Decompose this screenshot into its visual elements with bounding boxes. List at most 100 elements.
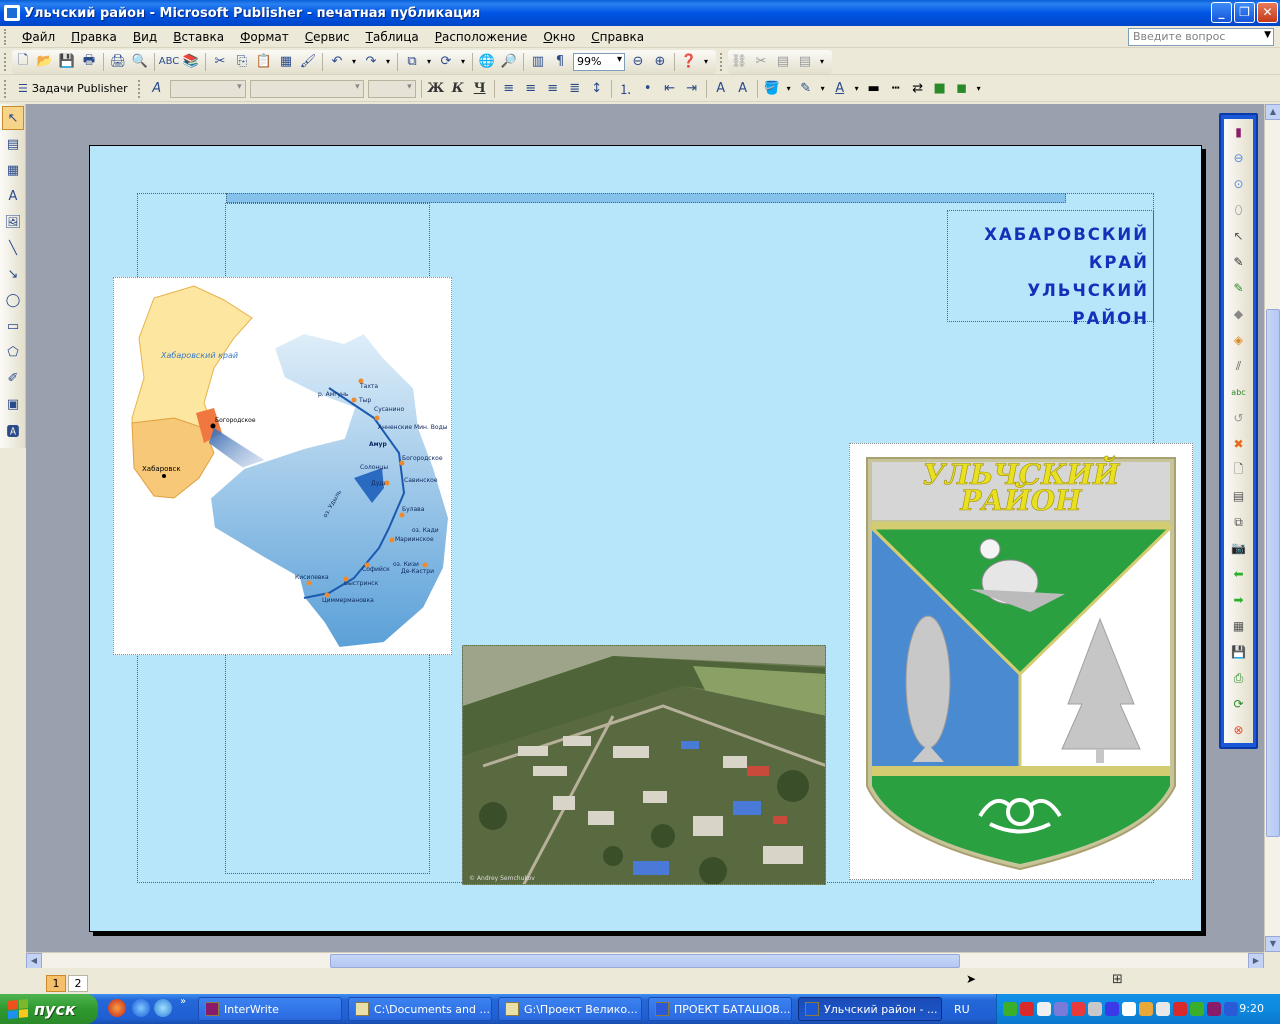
menu-arrange[interactable]: Расположение xyxy=(427,30,536,44)
previous-text-box-icon[interactable]: ▤ xyxy=(772,51,794,73)
publisher-tasks-button[interactable]: ☰ Задачи Publisher xyxy=(12,78,134,100)
bring-to-front-icon[interactable]: ⧉ xyxy=(401,51,423,73)
language-indicator[interactable]: RU xyxy=(954,1003,970,1016)
close-button[interactable]: ✕ xyxy=(1257,2,1278,23)
insert-hyperlink-icon[interactable]: 🌐 xyxy=(476,51,498,73)
design-gallery-icon[interactable]: ▣ xyxy=(2,392,24,416)
find-icon[interactable]: 🔎 xyxy=(498,51,520,73)
clear-icon[interactable]: ✖ xyxy=(1224,431,1253,457)
tray-ati-icon[interactable] xyxy=(1020,1002,1034,1016)
menu-file[interactable]: Файл xyxy=(14,30,63,44)
undo-dropdown-icon[interactable]: ▾ xyxy=(348,51,360,73)
style-select[interactable] xyxy=(169,79,246,98)
back-arrow-icon[interactable]: ⬅ xyxy=(1224,561,1253,587)
justify-icon[interactable]: ≣ xyxy=(564,78,586,100)
start-button[interactable]: пуск xyxy=(0,994,98,1024)
font-color-icon[interactable]: A xyxy=(829,78,851,100)
task-interwrite[interactable]: InterWrite xyxy=(198,997,342,1021)
district-map-image[interactable]: Хабаровский край Хабаровск Богородское А… xyxy=(113,277,452,655)
select-objects-icon[interactable]: ↖ xyxy=(2,106,24,130)
bullets-icon[interactable]: • xyxy=(637,78,659,100)
spelling-icon[interactable]: ABC xyxy=(158,51,180,73)
next-text-box-icon[interactable]: ▤ xyxy=(794,51,816,73)
scroll-down-icon[interactable]: ▼ xyxy=(1265,936,1280,952)
columns-icon[interactable]: ▥ xyxy=(527,51,549,73)
marker-icon[interactable]: ✎ xyxy=(1224,249,1253,275)
task-publisher[interactable]: Ульчский район - ... xyxy=(798,997,942,1021)
page-icon[interactable]: ▤ xyxy=(1224,483,1253,509)
vertical-scroll-thumb[interactable] xyxy=(1266,309,1280,837)
tray-network-icon[interactable] xyxy=(1003,1002,1017,1016)
font-size-select[interactable] xyxy=(367,79,416,98)
refresh-icon[interactable]: ⟳ xyxy=(1224,691,1253,717)
camera-icon[interactable]: 📷 xyxy=(1224,535,1253,561)
permission-icon[interactable]: 🖶 xyxy=(78,51,100,73)
title-bar[interactable]: Ульчский район - Microsoft Publisher - п… xyxy=(0,0,1280,26)
tray-shield-icon[interactable] xyxy=(1122,1002,1136,1016)
rotate-dropdown-icon[interactable]: ▾ xyxy=(457,51,469,73)
paste-icon[interactable]: 📋 xyxy=(253,51,275,73)
dropdown-circle-icon[interactable]: ⊙ xyxy=(1224,171,1253,197)
menu-format[interactable]: Формат xyxy=(232,30,297,44)
menu-grip[interactable] xyxy=(4,28,10,45)
open-icon[interactable]: 📂 xyxy=(34,51,56,73)
tray-app-icon[interactable] xyxy=(1088,1002,1102,1016)
messenger-icon[interactable] xyxy=(154,999,172,1017)
menu-view[interactable]: Вид xyxy=(125,30,165,44)
unlink-text-box-icon[interactable]: ✂ xyxy=(750,51,772,73)
line-icon[interactable]: ╲ xyxy=(2,236,24,260)
tray-app-icon[interactable] xyxy=(1190,1002,1204,1016)
chevron-down-icon[interactable]: ▼ xyxy=(1264,30,1271,40)
tray-app-icon[interactable] xyxy=(1173,1002,1187,1016)
line-spacing-icon[interactable]: ↕ xyxy=(586,78,608,100)
shadow-style-icon[interactable]: ■ xyxy=(929,78,951,100)
font-select[interactable] xyxy=(249,79,364,98)
formatting-options-icon[interactable]: ▾ xyxy=(973,78,985,100)
rectangle-icon[interactable]: ▭ xyxy=(2,314,24,338)
forward-arrow-icon[interactable]: ➡ xyxy=(1224,587,1253,613)
arrow-icon[interactable]: ↘ xyxy=(2,262,24,286)
pilcrow-icon[interactable]: ¶ xyxy=(549,51,571,73)
tray-app-icon[interactable] xyxy=(1139,1002,1153,1016)
line-color-icon[interactable]: ✎ xyxy=(795,78,817,100)
calendar-icon[interactable]: ▦ xyxy=(1224,613,1253,639)
decrease-font-icon[interactable]: A xyxy=(710,78,732,100)
resize-grip-icon[interactable]: ⊞ xyxy=(1112,972,1123,987)
line-color-dropdown-icon[interactable]: ▾ xyxy=(817,78,829,100)
task-documents-folder[interactable]: C:\Documents and ... xyxy=(348,997,492,1021)
print-preview-icon[interactable]: 🔍 xyxy=(129,51,151,73)
redo-icon[interactable]: ↷ xyxy=(360,51,382,73)
task-project-folder[interactable]: G:\Проект Велико... xyxy=(498,997,642,1021)
undo-icon[interactable]: ↶ xyxy=(326,51,348,73)
fill-color-icon[interactable]: 🪣 xyxy=(761,78,783,100)
tray-app-icon[interactable] xyxy=(1224,1002,1238,1016)
zoom-select[interactable]: 99% xyxy=(573,52,625,71)
publisher-app-icon[interactable] xyxy=(4,5,20,21)
tray-bluetooth-icon[interactable] xyxy=(1105,1002,1119,1016)
highlighter-icon[interactable]: ✎ xyxy=(1224,275,1253,301)
menu-help[interactable]: Справка xyxy=(583,30,652,44)
tray-antivirus-icon[interactable] xyxy=(1071,1002,1085,1016)
picture-frame-icon[interactable]: 🖼 xyxy=(2,210,24,234)
horizontal-scroll-thumb[interactable] xyxy=(330,954,960,968)
page-2-button[interactable]: 2 xyxy=(68,975,88,992)
decrease-indent-icon[interactable]: ⇤ xyxy=(659,78,681,100)
link-text-box-icon[interactable]: ⛓ xyxy=(728,51,750,73)
wordart-icon[interactable]: A xyxy=(2,184,24,208)
page-1-button[interactable]: 1 xyxy=(46,975,66,992)
print-icon[interactable]: 🖨 xyxy=(107,51,129,73)
menu-window[interactable]: Окно xyxy=(535,30,583,44)
autoshapes-icon[interactable]: ⬠ xyxy=(2,340,24,364)
hot-spot-icon[interactable]: ✐ xyxy=(2,366,24,390)
new-icon[interactable]: 🗋 xyxy=(12,51,34,73)
header-bar[interactable] xyxy=(226,193,1066,203)
menu-insert[interactable]: Вставка xyxy=(165,30,232,44)
tray-interwrite-icon[interactable] xyxy=(1207,1002,1221,1016)
cut-icon[interactable]: ✂ xyxy=(209,51,231,73)
menu-tools[interactable]: Сервис xyxy=(297,30,358,44)
scroll-left-icon[interactable]: ◀ xyxy=(26,953,42,969)
align-left-icon[interactable]: ≡ xyxy=(498,78,520,100)
pointer-icon[interactable]: ↖ xyxy=(1224,223,1253,249)
help-search-input[interactable]: Введите вопрос ▼ xyxy=(1128,28,1274,46)
increase-font-icon[interactable]: A xyxy=(732,78,754,100)
